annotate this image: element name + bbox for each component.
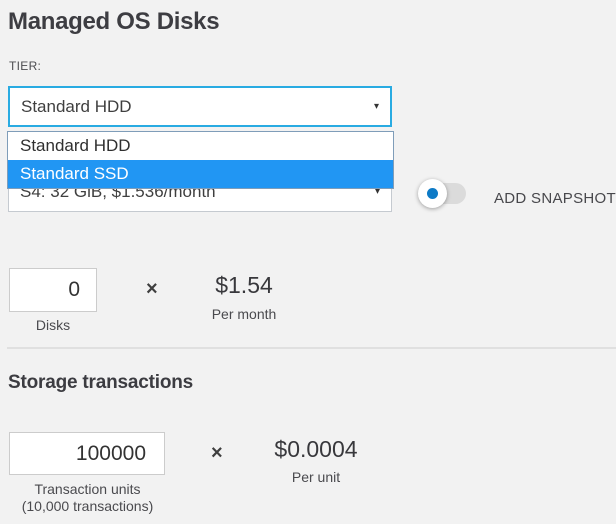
transactions-price: $0.0004 <box>251 436 381 463</box>
multiply-icon: × <box>146 278 158 301</box>
storage-transactions-heading: Storage transactions <box>8 372 193 394</box>
transaction-units-label: Transaction units (10,000 transactions) <box>0 481 175 515</box>
tier-option-standard-ssd[interactable]: Standard SSD <box>8 160 393 188</box>
add-snapshot-toggle[interactable] <box>418 176 470 210</box>
disks-price: $1.54 <box>179 272 309 299</box>
multiply-icon: × <box>211 442 223 465</box>
tier-select-value: Standard HDD <box>21 97 132 116</box>
disks-price-label: Per month <box>179 306 309 323</box>
add-snapshot-label[interactable]: ADD SNAPSHOT <box>494 190 616 207</box>
disks-count-input[interactable] <box>9 268 97 312</box>
transaction-units-label-line2: (10,000 transactions) <box>0 498 175 515</box>
tier-option-standard-hdd[interactable]: Standard HDD <box>8 132 393 160</box>
transactions-price-label: Per unit <box>251 469 381 486</box>
managed-os-disks-panel: Managed OS Disks TIER: Standard HDD ▾ S4… <box>0 0 616 524</box>
page-title: Managed OS Disks <box>8 8 219 36</box>
toggle-dot-icon <box>427 188 438 199</box>
transaction-units-input[interactable] <box>9 432 165 475</box>
toggle-knob <box>418 179 447 208</box>
section-divider <box>7 347 616 349</box>
transaction-units-label-line1: Transaction units <box>0 481 175 498</box>
disks-input-label: Disks <box>9 317 97 334</box>
tier-field-label: TIER: <box>9 59 41 73</box>
chevron-down-icon: ▾ <box>374 88 379 125</box>
tier-dropdown-list: Standard HDD Standard SSD <box>7 131 394 189</box>
tier-select[interactable]: Standard HDD ▾ <box>8 86 392 127</box>
